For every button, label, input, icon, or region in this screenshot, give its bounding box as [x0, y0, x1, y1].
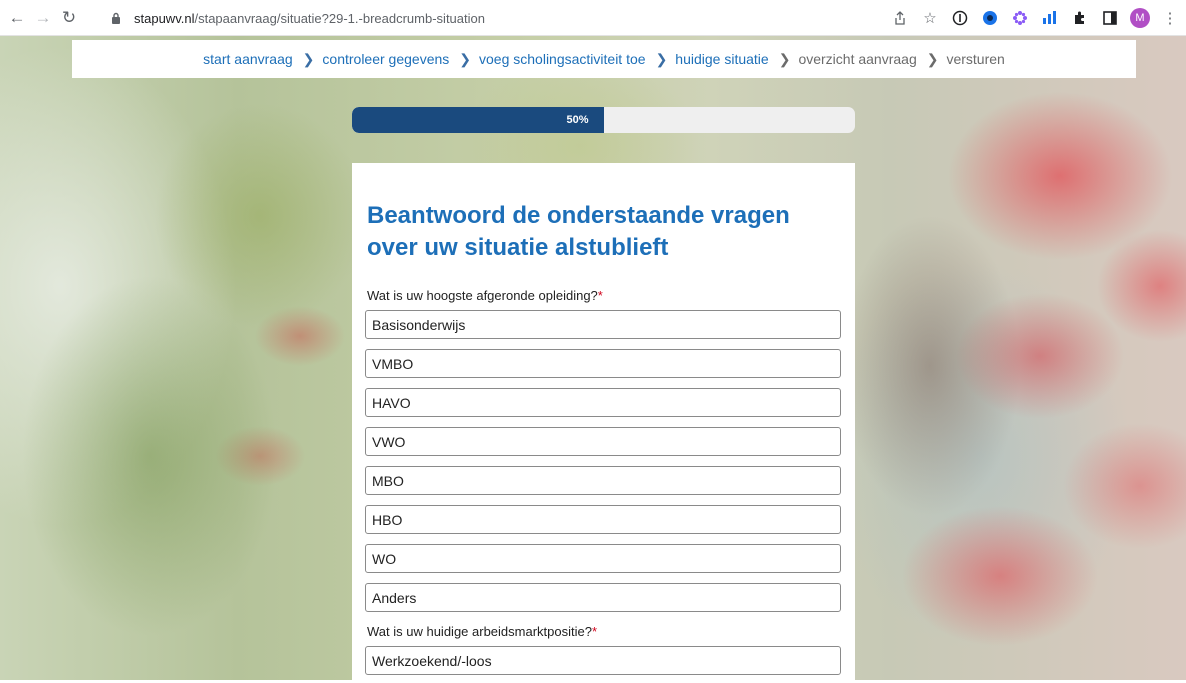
option-vmbo[interactable]: VMBO [365, 349, 841, 378]
option-basisonderwijs[interactable]: Basisonderwijs [365, 310, 841, 339]
chevron-right-icon: ❯ [778, 50, 791, 67]
situation-form: Beantwoord de onderstaande vragen over u… [352, 163, 855, 683]
progress-bar: 50% [352, 107, 855, 133]
required-marker: * [591, 624, 598, 639]
chevron-right-icon: ❯ [302, 50, 315, 67]
progress-bar-fill: 50% [352, 107, 604, 133]
form-title: Beantwoord de onderstaande vragen over u… [367, 202, 790, 261]
option-havo[interactable]: HAVO [365, 388, 841, 417]
breadcrumb: start aanvraag ❯ controleer gegevens ❯ v… [72, 40, 1136, 78]
breadcrumb-item-voeg-scholingsactiviteit-toe[interactable]: voeg scholingsactiviteit toe [479, 51, 646, 67]
option-mbo[interactable]: MBO [365, 466, 841, 495]
lock-icon [108, 10, 124, 26]
more-menu-icon[interactable]: ⋮ [1160, 8, 1180, 28]
breadcrumb-item-controleer-gegevens[interactable]: controleer gegevens [322, 51, 449, 67]
url-text: stapuwv.nl/stapaanvraag/situatie?29-1.-b… [134, 10, 485, 26]
labour-market-options: Werkzoekend/-loos [365, 646, 842, 675]
bookmark-star-icon[interactable]: ☆ [920, 8, 940, 28]
breadcrumb-item-start-aanvraag[interactable]: start aanvraag [203, 51, 293, 67]
reload-icon[interactable]: ↻ [56, 5, 82, 31]
chevron-right-icon: ❯ [655, 50, 668, 67]
back-arrow-icon[interactable]: ← [4, 5, 30, 31]
labour-market-question-label: Wat is uw huidige arbeidsmarktpositie?* [367, 624, 598, 639]
extension-chart-icon[interactable] [1040, 8, 1060, 28]
extensions-puzzle-icon[interactable] [1070, 8, 1090, 28]
breadcrumb-item-overzicht-aanvraag: overzicht aanvraag [798, 51, 917, 67]
option-vwo[interactable]: VWO [365, 427, 841, 456]
option-anders[interactable]: Anders [365, 583, 841, 612]
education-options: Basisonderwijs VMBO HAVO VWO MBO HBO WO … [365, 310, 842, 612]
education-question-label: Wat is uw hoogste afgeronde opleiding?* [367, 288, 603, 303]
option-werkzoekend[interactable]: Werkzoekend/-loos [365, 646, 841, 675]
side-panel-icon[interactable] [1100, 8, 1120, 28]
option-wo[interactable]: WO [365, 544, 841, 573]
required-marker: * [597, 288, 603, 303]
browser-toolbar: ← → ↻ stapuwv.nl/stapaanvraag/situatie?2… [0, 0, 1186, 36]
breadcrumb-item-versturen: versturen [946, 51, 1005, 67]
breadcrumb-item-huidige-situatie[interactable]: huidige situatie [675, 51, 768, 67]
chevron-right-icon: ❯ [459, 50, 472, 67]
extension-blue-icon[interactable] [980, 8, 1000, 28]
profile-avatar[interactable]: M [1130, 8, 1150, 28]
password-manager-icon[interactable] [950, 8, 970, 28]
forward-arrow-icon[interactable]: → [30, 5, 56, 31]
option-hbo[interactable]: HBO [365, 505, 841, 534]
extension-flower-icon[interactable] [1010, 8, 1030, 28]
share-icon[interactable] [890, 8, 910, 28]
chevron-right-icon: ❯ [926, 50, 939, 67]
progress-percentage: 50% [566, 114, 589, 126]
